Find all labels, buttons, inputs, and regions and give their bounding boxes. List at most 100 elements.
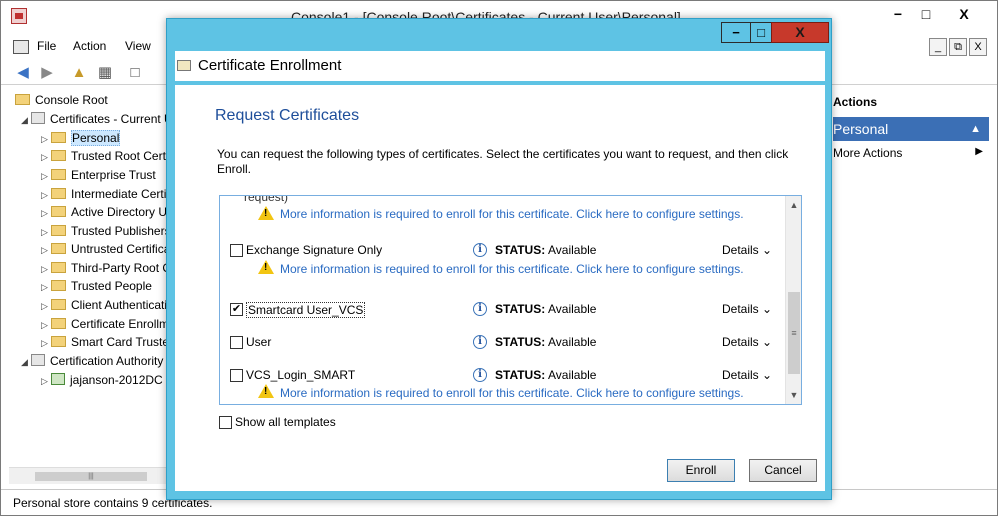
- tree-item-untrusted[interactable]: ▷ Untrusted Certificates: [41, 240, 171, 258]
- dialog-body: Request Certificates You can request the…: [175, 85, 825, 491]
- details-toggle[interactable]: Details ⌄: [722, 302, 772, 316]
- tree-item-ca-server[interactable]: ▷ jajanson-2012DC: [41, 371, 163, 389]
- tree-item-trusted-root[interactable]: ▷ Trusted Root Certification Authorities: [41, 147, 171, 165]
- scroll-down-arrow-icon[interactable]: ▼: [786, 387, 801, 403]
- details-toggle[interactable]: Details ⌄: [722, 243, 772, 257]
- more-info-link[interactable]: More information is required to enroll f…: [280, 262, 744, 276]
- list-item-partial: request) ! More information is required …: [220, 196, 784, 230]
- tree-item-intermediate[interactable]: ▷ Intermediate Certification Authorities: [41, 185, 171, 203]
- tree-item-label: Intermediate Certification Authorities: [71, 187, 171, 201]
- show-all-templates-label: Show all templates: [235, 415, 336, 429]
- maximize-button[interactable]: □: [911, 4, 941, 24]
- expanded-arrow-icon[interactable]: ◢: [21, 353, 31, 371]
- collapsed-arrow-icon[interactable]: ▷: [41, 260, 51, 278]
- menu-view[interactable]: View: [125, 39, 151, 53]
- tree-item-personal[interactable]: ▷ Personal: [41, 129, 121, 148]
- scrollbar-thumb[interactable]: |||: [35, 472, 147, 481]
- menu-action[interactable]: Action: [73, 39, 106, 53]
- show-hide-tree-icon[interactable]: ▦: [95, 63, 115, 83]
- dialog-close-button[interactable]: X: [771, 22, 829, 43]
- up-folder-icon[interactable]: ▲: [69, 63, 89, 83]
- collapsed-arrow-icon[interactable]: ▷: [41, 297, 51, 315]
- tree-item-enrollment-requests[interactable]: ▷ Certificate Enrollment Requests: [41, 315, 171, 333]
- certificate-checkbox[interactable]: [230, 336, 243, 349]
- tree-item-label: Smart Card Trusted Roots: [71, 335, 171, 349]
- folder-icon: [51, 206, 66, 217]
- warning-mark: !: [264, 386, 268, 397]
- folder-icon: [51, 169, 66, 180]
- actions-pane-header: Actions: [833, 95, 878, 109]
- collapsed-arrow-icon[interactable]: ▷: [41, 278, 51, 296]
- more-actions-label: More Actions: [833, 146, 903, 160]
- tree-item-certification-authority[interactable]: ◢ Certification Authority: [21, 352, 163, 370]
- tree-item-console-root[interactable]: Console Root: [15, 91, 108, 109]
- collapsed-arrow-icon[interactable]: ▷: [41, 167, 51, 185]
- collapsed-arrow-icon[interactable]: ▷: [41, 186, 51, 204]
- certificate-checkbox[interactable]: [230, 244, 243, 257]
- info-icon: i: [473, 243, 487, 257]
- collapsed-arrow-icon[interactable]: ▷: [41, 372, 51, 390]
- inner-close-button[interactable]: X: [969, 38, 987, 56]
- more-info-link[interactable]: More information is required to enroll f…: [280, 207, 744, 221]
- tree-item-label: Untrusted Certificates: [71, 242, 171, 256]
- tree-item-trusted-publishers[interactable]: ▷ Trusted Publishers: [41, 222, 171, 240]
- dialog-maximize-button[interactable]: □: [750, 22, 772, 43]
- collapsed-arrow-icon[interactable]: ▷: [41, 316, 51, 334]
- close-button[interactable]: X: [949, 4, 979, 24]
- tree-item-certificates-current-user[interactable]: ◢ Certificates - Current User: [21, 110, 171, 128]
- certificate-authority-icon: [31, 354, 45, 366]
- certificate-list-scrollbar[interactable]: ▲ ≡ ▼: [785, 196, 801, 404]
- page-heading: Request Certificates: [215, 107, 360, 124]
- certificate-enrollment-icon: [177, 60, 191, 71]
- dialog-minimize-button[interactable]: −: [721, 22, 751, 43]
- tree-item-active-directory[interactable]: ▷ Active Directory User Object: [41, 203, 171, 221]
- more-info-link[interactable]: More information is required to enroll f…: [280, 386, 744, 400]
- tree-item-label: Certification Authority: [50, 354, 164, 368]
- collapsed-arrow-icon[interactable]: ▷: [41, 148, 51, 166]
- minimize-button[interactable]: −: [883, 4, 913, 24]
- tree-horizontal-scrollbar[interactable]: |||: [9, 467, 171, 484]
- back-arrow-icon[interactable]: ◀: [13, 63, 33, 83]
- collapsed-arrow-icon[interactable]: ▷: [41, 204, 51, 222]
- collapsed-arrow-icon[interactable]: ▷: [41, 241, 51, 259]
- status-label: STATUS:: [495, 335, 546, 349]
- tree-item-enterprise-trust[interactable]: ▷ Enterprise Trust: [41, 166, 156, 184]
- details-label: Details: [722, 335, 759, 349]
- tree-item-label: Trusted Root Certification Authorities: [71, 149, 171, 163]
- scrollbar-thumb[interactable]: ≡: [788, 292, 800, 374]
- more-actions-item[interactable]: More Actions ▶: [833, 146, 983, 160]
- tree-item-trusted-people[interactable]: ▷ Trusted People: [41, 277, 152, 295]
- menu-file[interactable]: File: [37, 39, 56, 53]
- tree-item-label: Third-Party Root Certification Authoriti…: [71, 261, 171, 275]
- inner-restore-button[interactable]: ⧉: [949, 38, 967, 56]
- warning-mark: !: [264, 262, 268, 273]
- certificate-checkbox-checked[interactable]: ✔: [230, 303, 243, 316]
- certificate-checkbox[interactable]: [230, 369, 243, 382]
- cancel-button[interactable]: Cancel: [749, 459, 817, 482]
- tree-item-client-auth[interactable]: ▷ Client Authentication Issuers: [41, 296, 171, 314]
- enroll-button[interactable]: Enroll: [667, 459, 735, 482]
- tree-item-smart-card-roots[interactable]: ▷ Smart Card Trusted Roots: [41, 333, 171, 351]
- clipboard-icon[interactable]: □: [125, 63, 145, 83]
- actions-section-label: Personal: [833, 121, 889, 137]
- collapsed-arrow-icon[interactable]: ▷: [41, 223, 51, 241]
- collapsed-arrow-icon[interactable]: ▷: [41, 130, 51, 148]
- details-toggle[interactable]: Details ⌄: [722, 368, 772, 382]
- collapse-arrow-icon[interactable]: ▲: [970, 117, 981, 141]
- console-menu-icon[interactable]: [13, 40, 29, 54]
- certificate-row-smartcard-user-vcs: ✔ Smartcard User_VCS i STATUS: Available…: [220, 301, 784, 323]
- details-toggle[interactable]: Details ⌄: [722, 335, 772, 349]
- tree-item-label: Personal: [71, 130, 121, 146]
- show-all-templates-checkbox[interactable]: [219, 416, 232, 429]
- actions-section-personal[interactable]: Personal ▲: [833, 117, 989, 141]
- folder-icon: [51, 150, 66, 161]
- chevron-down-icon: ⌄: [762, 243, 773, 257]
- expanded-arrow-icon[interactable]: ◢: [21, 111, 31, 129]
- collapsed-arrow-icon[interactable]: ▷: [41, 334, 51, 352]
- inner-minimize-button[interactable]: _: [929, 38, 947, 56]
- details-label: Details: [722, 302, 759, 316]
- tree-item-third-party-root[interactable]: ▷ Third-Party Root Certification Authorit…: [41, 259, 171, 277]
- forward-arrow-icon[interactable]: ▶: [37, 63, 57, 83]
- scroll-up-arrow-icon[interactable]: ▲: [786, 197, 801, 213]
- mmc-app-icon[interactable]: [11, 8, 27, 24]
